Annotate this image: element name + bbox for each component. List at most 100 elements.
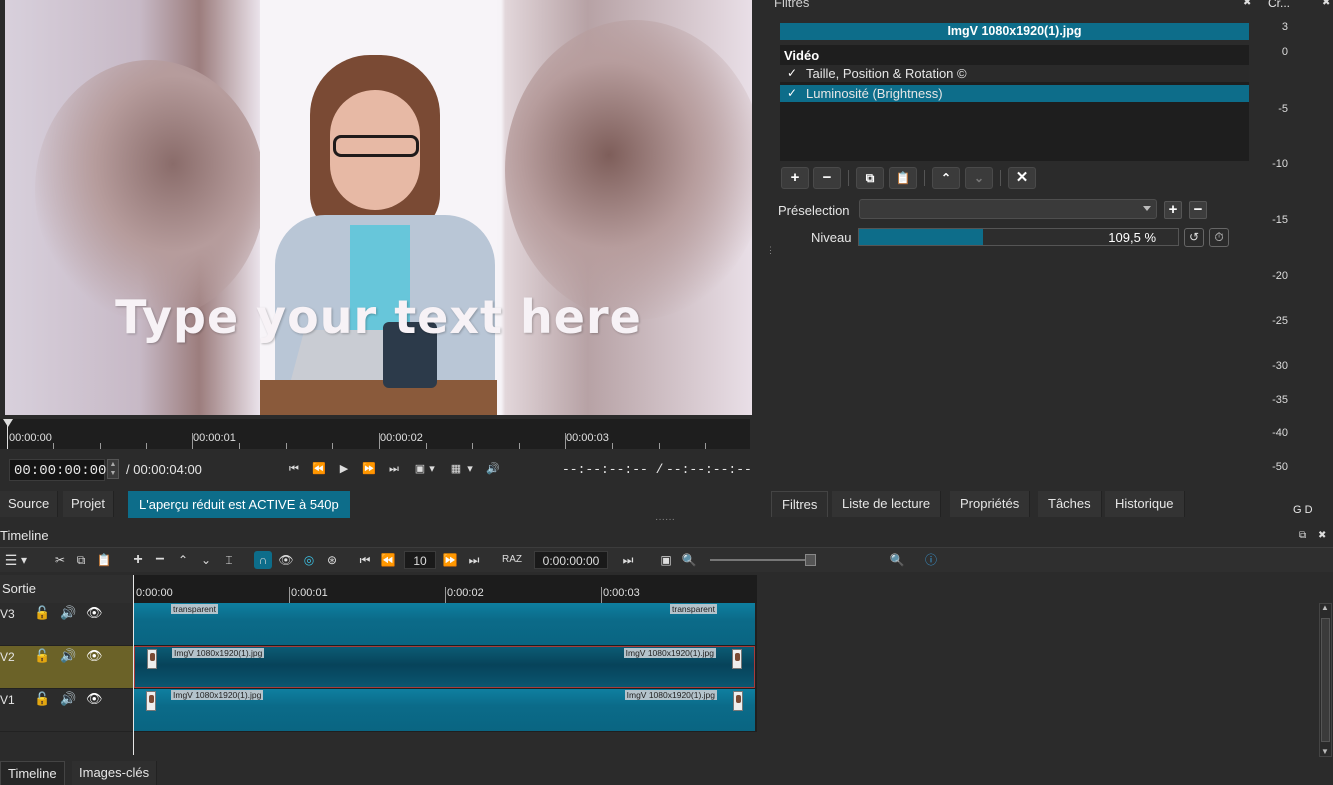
track-v3[interactable]: transparent transparent xyxy=(133,603,757,646)
marker-icon[interactable]: ⏭ xyxy=(619,551,637,569)
info-icon[interactable]: ⓘ xyxy=(922,551,940,569)
splitter-handle[interactable]: ······ xyxy=(655,514,675,525)
move-up-icon[interactable]: ⌃ xyxy=(932,167,960,189)
filter-item[interactable]: ✓ Taille, Position & Rotation © xyxy=(780,65,1249,82)
ripple-frames-field[interactable]: 10 xyxy=(404,551,436,569)
track-header-v3[interactable]: V3 🔓 🔊 👁 xyxy=(0,603,133,646)
cut-icon[interactable]: ✂ xyxy=(52,551,68,569)
preview-scaling-notice[interactable]: L'aperçu réduit est ACTIVE à 540p xyxy=(128,491,350,518)
zoom-fit-icon[interactable]: ▣ xyxy=(658,551,674,569)
tab-taches[interactable]: Tâches xyxy=(1038,491,1102,517)
raz-button[interactable]: RAZ xyxy=(497,551,527,569)
split-icon[interactable]: ⌶ xyxy=(221,551,237,569)
deselect-filter-icon[interactable]: ✕ xyxy=(1008,167,1036,189)
zoom-out-icon[interactable]: 🔍 xyxy=(681,551,697,569)
rewind-icon[interactable]: ⏪ xyxy=(309,459,329,479)
vertical-scrollbar[interactable]: ▲ ▼ xyxy=(1319,603,1332,757)
track-v2[interactable]: ImgV 1080x1920(1).jpg ImgV 1080x1920(1).… xyxy=(133,646,757,689)
speaker-icon[interactable]: 🔊 xyxy=(60,605,76,621)
tab-filtres[interactable]: Filtres xyxy=(771,491,829,517)
chevron-down-icon[interactable]: ▾ xyxy=(464,459,476,479)
scrollbar-thumb[interactable] xyxy=(1321,618,1330,742)
splitter-handle[interactable]: ⋮ xyxy=(766,246,775,255)
checkbox[interactable]: ✓ xyxy=(786,85,798,102)
tab-proprietes[interactable]: Propriétés xyxy=(950,491,1031,517)
lock-icon[interactable]: 🔓 xyxy=(34,605,50,621)
ripple-all-icon[interactable]: ⊛ xyxy=(323,551,341,569)
close-icon[interactable]: ✖ xyxy=(1243,0,1251,8)
rewind-icon[interactable]: ⏪ xyxy=(380,551,396,569)
fast-forward-icon[interactable]: ⏩ xyxy=(442,551,458,569)
play-icon[interactable]: ▶ xyxy=(334,459,354,479)
ripple-icon[interactable]: ◎ xyxy=(300,551,318,569)
speaker-icon[interactable]: 🔊 xyxy=(60,691,76,707)
paste-icon[interactable]: 📋 xyxy=(96,551,112,569)
tab-historique[interactable]: Historique xyxy=(1105,491,1185,517)
add-preset-button[interactable]: + xyxy=(1164,201,1182,219)
remove-preset-button[interactable]: − xyxy=(1189,201,1207,219)
append-icon[interactable]: + xyxy=(130,551,146,569)
chevron-down-icon[interactable]: ▾ xyxy=(19,551,29,569)
add-filter-button[interactable]: + xyxy=(781,167,809,189)
eye-icon[interactable]: 👁 xyxy=(86,648,103,664)
timeline-timecode[interactable]: 0:00:00:00 xyxy=(534,551,608,569)
scroll-up-icon[interactable]: ▲ xyxy=(1321,603,1329,612)
timeline-ruler[interactable]: 0:00:00 0:00:01 0:00:02 0:00:03 xyxy=(133,575,757,603)
tab-projet[interactable]: Projet xyxy=(63,491,114,517)
close-icon[interactable]: ✖ xyxy=(1318,530,1326,541)
text-overlay[interactable]: Type your text here xyxy=(5,290,752,344)
clip-image[interactable]: ImgV 1080x1920(1).jpg ImgV 1080x1920(1).… xyxy=(134,646,755,688)
tab-images-cles[interactable]: Images-clés xyxy=(72,761,158,785)
niveau-value[interactable]: 109,5 % xyxy=(1108,230,1156,245)
copy-filter-icon[interactable]: ⧉ xyxy=(856,167,884,189)
scroll-down-icon[interactable]: ▼ xyxy=(1321,747,1329,756)
overwrite-icon[interactable]: ⌄ xyxy=(198,551,214,569)
filter-list[interactable] xyxy=(780,45,1249,161)
skip-end-icon[interactable]: ⏭ xyxy=(384,459,404,479)
track-header-v1[interactable]: V1 🔓 🔊 👁 xyxy=(0,689,133,732)
paste-filter-icon[interactable]: 📋 xyxy=(889,167,917,189)
timeline-playhead[interactable] xyxy=(133,575,134,755)
reset-icon[interactable]: ↺ xyxy=(1184,228,1204,247)
chevron-down-icon[interactable]: ▾ xyxy=(426,459,438,479)
skip-end-icon[interactable]: ⏭ xyxy=(466,551,482,569)
volume-icon[interactable]: 🔊 xyxy=(483,459,503,479)
eye-icon[interactable]: 👁 xyxy=(86,605,103,621)
track-v1[interactable]: ImgV 1080x1920(1).jpg ImgV 1080x1920(1).… xyxy=(133,689,757,732)
eye-icon[interactable]: 👁 xyxy=(86,691,103,707)
clip-image[interactable]: ImgV 1080x1920(1).jpg ImgV 1080x1920(1).… xyxy=(134,689,755,731)
tab-liste-de-lecture[interactable]: Liste de lecture xyxy=(832,491,942,517)
close-icon[interactable]: ✖ xyxy=(1322,0,1330,8)
float-icon[interactable]: ⧉ xyxy=(1299,530,1306,541)
remove-filter-button[interactable]: − xyxy=(813,167,841,189)
filter-item[interactable]: ✓ Luminosité (Brightness) xyxy=(780,85,1249,102)
lock-icon[interactable]: 🔓 xyxy=(34,648,50,664)
move-down-icon[interactable]: ⌄ xyxy=(965,167,993,189)
tab-source[interactable]: Source xyxy=(0,491,59,517)
snap-icon[interactable]: ∩ xyxy=(254,551,272,569)
fast-forward-icon[interactable]: ⏩ xyxy=(359,459,379,479)
zoom-slider-handle[interactable] xyxy=(805,554,816,566)
zoom-slider[interactable] xyxy=(710,559,815,561)
copy-icon[interactable]: ⧉ xyxy=(73,551,89,569)
remove-icon[interactable]: − xyxy=(152,551,168,569)
keyframe-stopwatch-icon[interactable]: ⏱ xyxy=(1209,228,1229,247)
menu-icon[interactable]: ☰ xyxy=(3,551,19,569)
playhead-handle[interactable] xyxy=(3,419,13,427)
lock-icon[interactable]: 🔓 xyxy=(34,691,50,707)
zoom-in-icon[interactable]: 🔍 xyxy=(889,551,905,569)
video-preview[interactable]: Type your text here xyxy=(5,0,752,415)
niveau-slider[interactable]: 109,5 % xyxy=(858,228,1179,246)
player-ruler[interactable]: 00:00:00 00:00:01 00:00:02 00:00:03 xyxy=(0,419,750,449)
track-header-v2[interactable]: V2 🔓 🔊 👁 xyxy=(0,646,133,689)
timecode-field[interactable]: 00:00:00:00 xyxy=(9,459,106,481)
preset-dropdown[interactable] xyxy=(859,199,1157,219)
lift-icon[interactable]: ⌃ xyxy=(175,551,191,569)
clip-transparent[interactable]: transparent transparent xyxy=(134,603,755,645)
skip-start-icon[interactable]: ⏮ xyxy=(284,459,304,479)
grid-icon[interactable]: ▦ xyxy=(446,459,466,479)
skip-start-icon[interactable]: ⏮ xyxy=(357,551,373,569)
tab-timeline[interactable]: Timeline xyxy=(0,761,65,785)
checkbox[interactable]: ✓ xyxy=(786,65,798,82)
scrub-icon[interactable]: 👁 xyxy=(277,551,295,569)
